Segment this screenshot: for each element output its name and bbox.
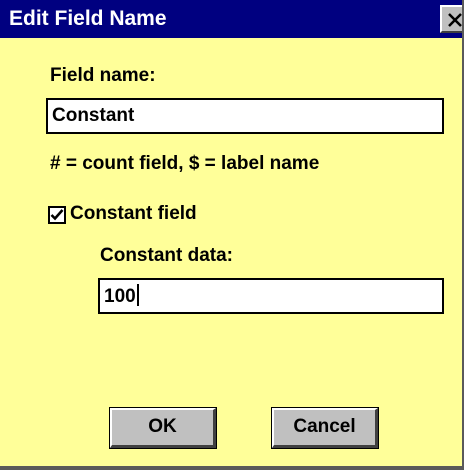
hint-text: # = count field, $ = label name xyxy=(50,153,320,174)
constant-field-label[interactable]: Constant field xyxy=(70,202,197,226)
constant-data-input[interactable]: 100 xyxy=(98,278,444,314)
field-name-label: Field name: xyxy=(50,65,156,86)
field-name-input[interactable]: Constant xyxy=(46,98,444,134)
title-bar[interactable]: Edit Field Name xyxy=(0,0,462,38)
close-icon xyxy=(448,13,462,27)
constant-data-label: Constant data: xyxy=(100,245,233,266)
checkmark-icon xyxy=(50,209,64,221)
constant-field-checkbox[interactable] xyxy=(48,206,66,224)
ok-button[interactable]: OK xyxy=(109,407,217,449)
edit-field-name-dialog: Edit Field Name Field name: Constant # =… xyxy=(0,0,464,470)
text-caret xyxy=(136,284,139,306)
cancel-button[interactable]: Cancel xyxy=(271,407,379,449)
field-name-value: Constant xyxy=(52,105,135,126)
constant-data-value: 100 xyxy=(104,286,136,307)
dialog-title: Edit Field Name xyxy=(9,7,167,30)
close-button[interactable] xyxy=(440,5,462,33)
